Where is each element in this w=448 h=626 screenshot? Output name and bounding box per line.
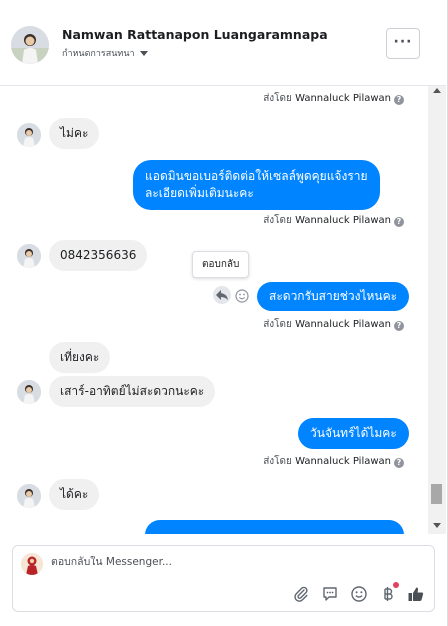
more-options-button[interactable]: ··· — [386, 28, 420, 59]
sent-by-prefix: ส่งโดย — [263, 456, 292, 467]
message-bubble-outgoing[interactable]: สะดวกรับสายช่วงไหนคะ — [257, 282, 410, 311]
message-list: ส่งโดย Wannaluck Pilawan? ไม่คะ แอดมินขอ… — [0, 86, 428, 534]
paperclip-icon[interactable] — [292, 585, 310, 603]
conversation-settings-label: กำหนดการสนทนา — [62, 49, 135, 59]
reply-icon[interactable] — [213, 286, 231, 304]
caret-down-icon — [139, 51, 148, 56]
sent-by-author: Wannaluck Pilawan — [295, 215, 391, 226]
message-bubble-incoming[interactable]: ไม่คะ — [49, 118, 100, 149]
reply-composer — [12, 545, 435, 612]
message-bubble-outgoing[interactable] — [145, 520, 404, 534]
thumbs-up-icon[interactable] — [407, 585, 425, 603]
message-bubble-outgoing[interactable]: วันจันทร์ได้ไมคะ — [298, 418, 409, 449]
help-icon[interactable]: ? — [394, 458, 404, 468]
message-bubble-incoming[interactable]: 0842356636 — [49, 240, 148, 271]
conversation-panel: Namwan Rattanapon Luangaramnapa กำหนดการ… — [0, 0, 448, 626]
conversation-header: Namwan Rattanapon Luangaramnapa กำหนดการ… — [0, 0, 446, 86]
help-icon[interactable]: ? — [394, 95, 404, 105]
contact-avatar[interactable] — [11, 26, 49, 64]
conversation-settings-dropdown[interactable]: กำหนดการสนทนา — [62, 46, 148, 60]
chat-bubble-icon[interactable] — [321, 585, 339, 603]
sender-avatar[interactable] — [17, 484, 41, 508]
message-bubble-incoming[interactable]: เที่ยงคะ — [49, 342, 111, 373]
smiley-icon[interactable] — [350, 585, 368, 603]
sent-by-author: Wannaluck Pilawan — [295, 456, 391, 467]
sent-by-prefix: ส่งโดย — [263, 93, 292, 104]
sent-by-author: Wannaluck Pilawan — [295, 319, 391, 330]
help-icon[interactable]: ? — [394, 217, 404, 227]
scrollbar-thumb[interactable] — [431, 484, 442, 504]
page-avatar — [21, 553, 43, 575]
sent-by-label: ส่งโดย Wannaluck Pilawan? — [263, 213, 404, 228]
sender-avatar[interactable] — [17, 123, 41, 147]
scroll-down-arrow-icon[interactable] — [433, 523, 441, 528]
sent-by-prefix: ส่งโดย — [263, 215, 292, 226]
message-bubble-incoming[interactable]: ได้คะ — [49, 479, 100, 510]
reply-tooltip: ตอบกลับ — [192, 251, 250, 278]
sender-avatar[interactable] — [17, 244, 41, 268]
message-scrollbar[interactable] — [428, 86, 446, 534]
contact-name[interactable]: Namwan Rattanapon Luangaramnapa — [62, 27, 328, 42]
sent-by-label: ส่งโดย Wannaluck Pilawan? — [263, 454, 404, 469]
message-line: แอดมินขอเบอร์ติดต่อให้เซลล์พูดคุยแจ้งราย — [145, 169, 368, 183]
emoji-reaction-icon[interactable] — [235, 288, 249, 303]
sender-avatar[interactable] — [17, 380, 41, 404]
message-line: ละเอียดเพิ่มเติมนะคะ — [145, 186, 254, 200]
message-bubble-incoming[interactable]: เสาร์-อาทิตย์ไม่สะดวกนะคะ — [49, 376, 216, 407]
sent-by-prefix: ส่งโดย — [263, 319, 292, 330]
sent-by-label: ส่งโดย Wannaluck Pilawan? — [263, 91, 404, 106]
sent-by-label: ส่งโดย Wannaluck Pilawan? — [263, 317, 404, 332]
help-icon[interactable]: ? — [394, 321, 404, 331]
message-bubble-outgoing[interactable]: แอดมินขอเบอร์ติดต่อให้เซลล์พูดคุยแจ้งราย… — [133, 160, 380, 210]
scroll-up-arrow-icon[interactable] — [433, 88, 441, 93]
notification-dot — [393, 582, 399, 588]
sent-by-author: Wannaluck Pilawan — [295, 93, 391, 104]
reply-input[interactable] — [51, 556, 411, 568]
